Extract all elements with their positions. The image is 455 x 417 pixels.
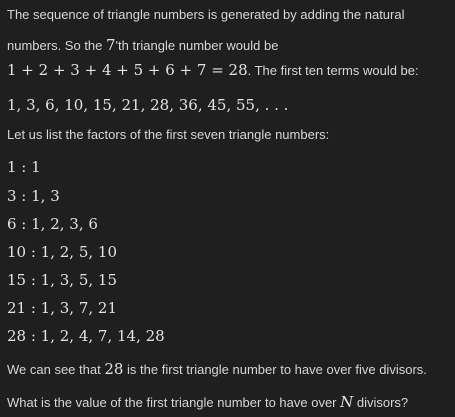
conclusion-line: We can see that 28 is the first triangle… bbox=[7, 360, 427, 379]
intro-text-1: The sequence of triangle numbers is gene… bbox=[7, 7, 405, 22]
question-text-a: What is the value of the first triangle … bbox=[7, 395, 341, 410]
factor-row: 10 : 1, 2, 5, 10 bbox=[7, 243, 118, 261]
sum-expression: 1 + 2 + 3 + 4 + 5 + 6 + 7 = 28 bbox=[7, 61, 248, 79]
list-intro-text: Let us list the factors of the first sev… bbox=[7, 127, 330, 142]
factor-row: 28 : 1, 2, 4, 7, 14, 28 bbox=[7, 327, 165, 345]
factor-row: 15 : 1, 3, 5, 15 bbox=[7, 271, 118, 289]
question-text-b: divisors? bbox=[353, 395, 409, 410]
problem-statement: The sequence of triangle numbers is gene… bbox=[0, 0, 455, 417]
factor-row: 6 : 1, 2, 3, 6 bbox=[7, 215, 98, 233]
intro-text-2a: numbers. So the bbox=[7, 38, 106, 53]
sum-text: . The first ten terms would be: bbox=[247, 63, 419, 78]
sum-line: 1 + 2 + 3 + 4 + 5 + 6 + 7 = 28. The firs… bbox=[7, 61, 419, 80]
factor-row: 3 : 1, 3 bbox=[7, 187, 60, 205]
terms-sequence: 1, 3, 6, 10, 15, 21, 28, 36, 45, 55, . .… bbox=[7, 96, 289, 114]
intro-line-2: numbers. So the 7'th triangle number wou… bbox=[7, 36, 278, 55]
factor-row: 21 : 1, 3, 7, 21 bbox=[7, 299, 118, 317]
question-math-n: N bbox=[340, 393, 354, 411]
intro-math-7: 7 bbox=[106, 36, 116, 54]
intro-line-1: The sequence of triangle numbers is gene… bbox=[7, 6, 404, 24]
conclusion-text-b: is the first triangle number to have ove… bbox=[123, 362, 427, 377]
intro-text-2b: 'th triangle number would be bbox=[115, 38, 279, 53]
conclusion-math-28: 28 bbox=[104, 360, 124, 378]
list-intro-line: Let us list the factors of the first sev… bbox=[7, 126, 329, 144]
question-line: What is the value of the first triangle … bbox=[7, 393, 408, 412]
factor-row: 1 : 1 bbox=[7, 158, 41, 176]
conclusion-text-a: We can see that bbox=[7, 362, 105, 377]
terms-line: 1, 3, 6, 10, 15, 21, 28, 36, 45, 55, . .… bbox=[7, 96, 288, 115]
